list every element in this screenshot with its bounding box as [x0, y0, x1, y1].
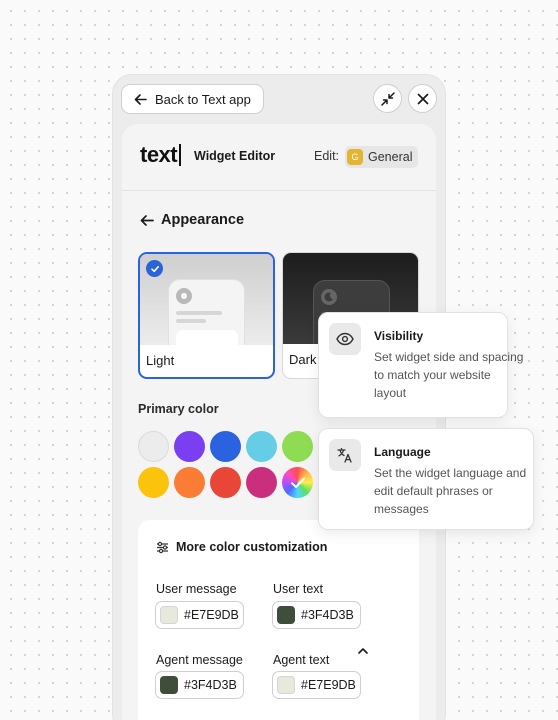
more-color-title: More color customization — [176, 540, 328, 554]
theme-card-light[interactable]: Light — [138, 252, 275, 379]
appearance-back[interactable]: Appearance — [140, 212, 244, 228]
page-title: Widget Editor — [194, 149, 276, 163]
close-button[interactable] — [408, 84, 437, 113]
minimize-button[interactable] — [373, 84, 402, 113]
user-text-value: #3F4D3B — [301, 608, 354, 622]
visibility-popup[interactable]: Visibility Set widget side and spacing t… — [318, 312, 523, 418]
swatch-magenta[interactable] — [246, 467, 277, 498]
mock-line — [176, 311, 222, 315]
color-chip — [277, 606, 295, 624]
swatch-cyan[interactable] — [246, 431, 277, 462]
swatch-red[interactable] — [210, 467, 241, 498]
back-button[interactable]: Back to Text app — [121, 84, 264, 114]
agent-message-value: #3F4D3B — [184, 678, 237, 692]
swatch-yellow[interactable] — [138, 467, 169, 498]
general-badge: G — [347, 149, 363, 165]
language-popup[interactable]: Language Set the widget language and edi… — [318, 428, 534, 530]
theme-label-light: Light — [146, 353, 175, 368]
edit-target-value: General — [368, 150, 413, 164]
swatch-custom[interactable] — [282, 467, 313, 498]
selected-check-icon — [146, 260, 163, 277]
user-text-input[interactable]: #3F4D3B — [272, 601, 361, 629]
swatch-green[interactable] — [282, 431, 313, 462]
widget-mock — [168, 279, 245, 345]
eye-icon — [329, 323, 361, 355]
mock-line — [176, 319, 206, 323]
agent-text-input[interactable]: #E7E9DB — [272, 671, 361, 699]
language-title: Language — [374, 445, 431, 459]
widget-mock-avatar — [176, 288, 192, 304]
agent-text-value: #E7E9DB — [301, 678, 356, 692]
arrow-left-icon — [134, 93, 147, 105]
translate-icon — [329, 439, 361, 471]
language-description: Set the widget language and edit default… — [374, 466, 527, 516]
section-title: Appearance — [161, 212, 245, 228]
color-chip — [160, 606, 178, 624]
moon-icon — [321, 289, 337, 305]
mock-message — [176, 330, 238, 345]
primary-color-label: Primary color — [138, 402, 219, 416]
more-color-toggle[interactable]: More color customization — [156, 540, 327, 554]
user-message-label: User message — [156, 582, 237, 596]
chevron-up-icon[interactable] — [356, 644, 370, 663]
swatch-none[interactable] — [138, 431, 169, 462]
visibility-description: Set widget side and spacing to match you… — [374, 350, 524, 400]
check-icon — [290, 477, 305, 488]
agent-text-label: Agent text — [273, 653, 330, 667]
text-logo: text — [140, 142, 182, 168]
edit-target-selector[interactable]: G General — [345, 146, 419, 168]
swatch-purple[interactable] — [174, 431, 205, 462]
color-chip — [160, 676, 178, 694]
back-button-label: Back to Text app — [155, 91, 251, 107]
sliders-icon — [157, 541, 168, 553]
agent-message-label: Agent message — [156, 653, 243, 667]
arrow-left-icon — [140, 214, 154, 226]
visibility-title: Visibility — [374, 329, 424, 343]
color-chip — [277, 676, 295, 694]
edit-label: Edit: — [314, 149, 340, 163]
swatch-blue[interactable] — [210, 431, 241, 462]
theme-label-dark: Dark — [289, 352, 317, 367]
user-text-label: User text — [273, 582, 324, 596]
close-icon — [417, 93, 428, 104]
minimize-icon — [380, 91, 395, 106]
swatch-orange[interactable] — [174, 467, 205, 498]
agent-message-input[interactable]: #3F4D3B — [155, 671, 244, 699]
user-message-input[interactable]: #E7E9DB — [155, 601, 244, 629]
user-message-value: #E7E9DB — [184, 608, 239, 622]
